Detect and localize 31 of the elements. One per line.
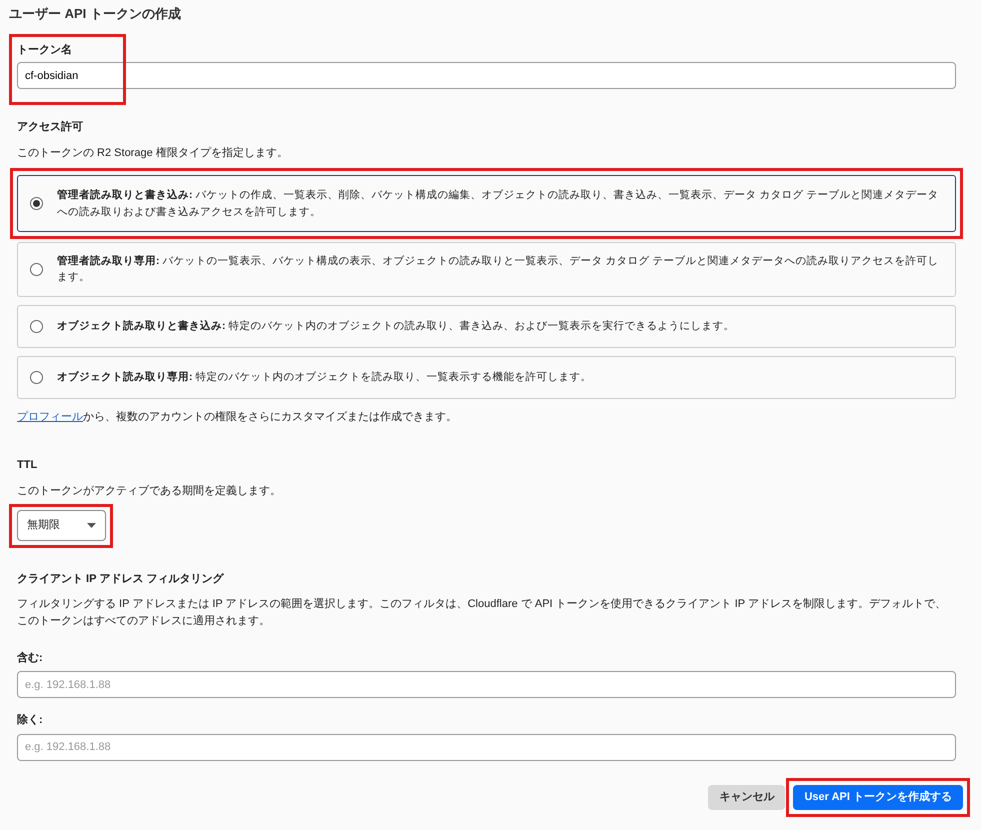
radio-option[interactable]: 管理者読み取り専用: バケットの一覧表示、バケット構成の表示、オブジェクトの読み取りと一覧表示、データ カタログ テーブルと関連メタデータへの読み取りアクセスを許可します。 — [17, 242, 956, 297]
field-label: トークン名 — [17, 42, 72, 58]
input-field[interactable]: cf-obsidian — [17, 62, 956, 90]
radio-option[interactable]: オブジェクト読み取りと書き込み: 特定のバケット内のオブジェクトの読み取り、書き込み、および一覧表示を実行できるようにします。 — [17, 304, 956, 348]
page-title: ユーザー API トークンの作成 — [9, 6, 182, 22]
radio-button[interactable] — [30, 370, 43, 384]
field-label: 除く: — [17, 712, 43, 728]
create-button[interactable]: User API トークンを作成する — [793, 784, 963, 810]
duration-dropdown[interactable]: 無期限 — [17, 510, 106, 542]
input-field[interactable]: e.g. 192.168.1.88 — [17, 671, 956, 698]
profile-link[interactable]: プロフィール — [17, 410, 83, 423]
cancel-button[interactable]: キャンセル — [708, 784, 786, 810]
profile-note: プロフィールから、複数のアカウントの権限をさらにカスタマイズまたは作成できます。 — [17, 410, 458, 425]
radio-button[interactable] — [30, 197, 43, 210]
radio-option[interactable]: 管理者読み取りと書き込み: バケットの作成、一覧表示、削除、バケット構成の編集、オブジェクトの読み取り、書き込み、一覧表示、データ カタログ テーブルと関連メタデータへの読み取りおよび書き込みアクセスを許可します。 — [17, 175, 956, 232]
section-heading: クライアント IP アドレス フィルタリング — [17, 572, 224, 588]
option-text: 管理者読み取りと書き込み: バケットの作成、一覧表示、削除、バケット構成の編集、オブジェクトの読み取り、書き込み、一覧表示、データ カタログ テーブルと関連メタデータへの読み取りおよび書き込みアクセスを許可します。 — [57, 188, 940, 220]
option-text: 管理者読み取り専用: バケットの一覧表示、バケット構成の表示、オブジェクトの読み取りと一覧表示、データ カタログ テーブルと関連メタデータへの読み取りアクセスを許可します。 — [57, 254, 940, 286]
radio-button[interactable] — [30, 262, 43, 276]
option-text: オブジェクト読み取り専用: 特定のバケット内のオブジェクトを読み取り、一覧表示する機能を許可します。 — [57, 370, 592, 385]
section-description: フィルタリングする IP アドレスまたは IP アドレスの範囲を選択します。このフィルタは、Cloudflare で API トークンを使用できるクライアント IP アドレスを制限します。デフォルトで、このトークンはすべてのアドレスに適用されます。 — [17, 596, 947, 630]
radio-option[interactable]: オブジェクト読み取り専用: 特定のバケット内のオブジェクトを読み取り、一覧表示する機能を許可します。 — [17, 356, 956, 399]
section-heading: アクセス許可 — [17, 120, 83, 136]
section-heading: TTL — [17, 458, 38, 474]
section-description: このトークンがアクティブである期間を定義します。 — [17, 484, 282, 499]
caret-icon — [87, 523, 96, 528]
section-description: このトークンの R2 Storage 権限タイプを指定します。 — [17, 146, 289, 161]
field-label: 含む: — [17, 650, 43, 666]
option-text: オブジェクト読み取りと書き込み: 特定のバケット内のオブジェクトの読み取り、書き込み、および一覧表示を実行できるようにします。 — [57, 318, 734, 334]
input-field[interactable]: e.g. 192.168.1.88 — [17, 734, 956, 761]
radio-button[interactable] — [30, 320, 43, 333]
